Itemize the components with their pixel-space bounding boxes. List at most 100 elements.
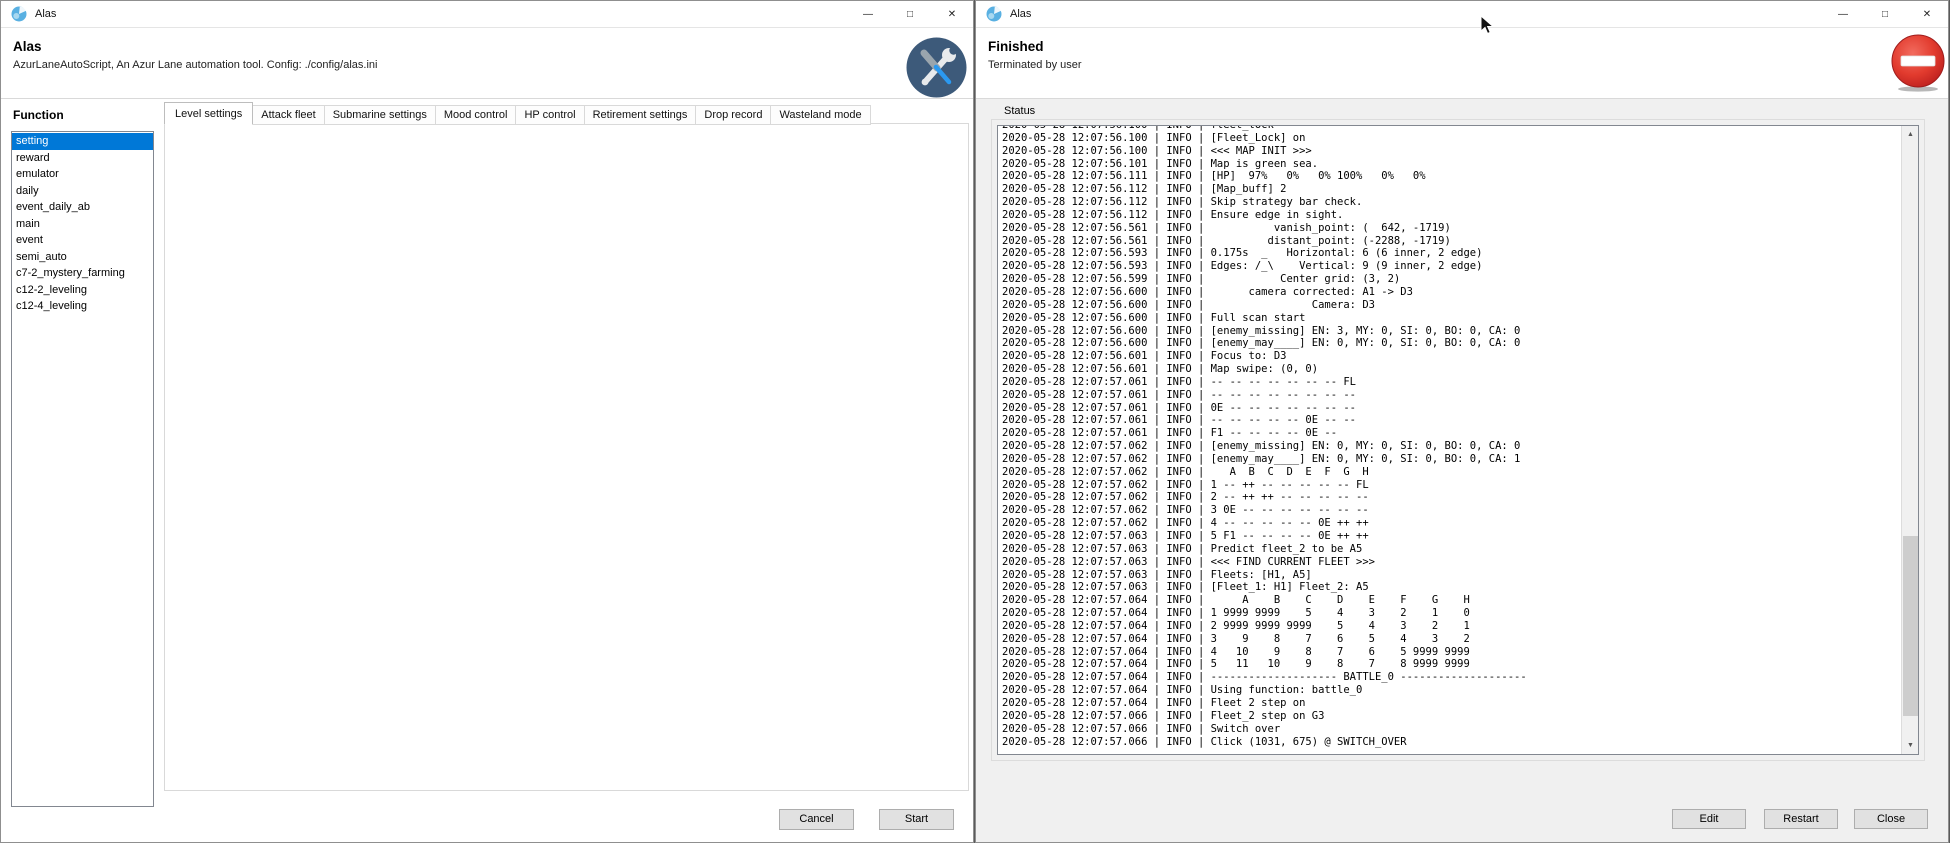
finished-title: Finished bbox=[988, 39, 1044, 54]
app-header: Alas AzurLaneAutoScript, An Azur Lane au… bbox=[1, 28, 973, 99]
log-line: 2020-05-28 12:07:57.064 | INFO | 1 9999 … bbox=[1002, 607, 1900, 620]
log-line: 2020-05-28 12:07:57.066 | INFO | Switch … bbox=[1002, 723, 1900, 736]
log-line: 2020-05-28 12:07:56.112 | INFO | Ensure … bbox=[1002, 209, 1900, 222]
log-line: 2020-05-28 12:07:57.061 | INFO | -- -- -… bbox=[1002, 376, 1900, 389]
log-line: 2020-05-28 12:07:56.101 | INFO | Map is … bbox=[1002, 158, 1900, 171]
log-line: 2020-05-28 12:07:57.061 | INFO | -- -- -… bbox=[1002, 389, 1900, 402]
close-button[interactable]: ✕ bbox=[931, 1, 973, 27]
function-list-item[interactable]: reward bbox=[12, 150, 153, 167]
mouse-cursor bbox=[1480, 15, 1496, 37]
log-line: 2020-05-28 12:07:57.064 | INFO | 5 11 10… bbox=[1002, 658, 1900, 671]
tab[interactable]: Drop record bbox=[695, 105, 771, 125]
log-line: 2020-05-28 12:07:56.111 | INFO | [HP] 97… bbox=[1002, 170, 1900, 183]
log-line: 2020-05-28 12:07:57.062 | INFO | [enemy_… bbox=[1002, 453, 1900, 466]
log-line: 2020-05-28 12:07:57.062 | INFO | 2 -- ++… bbox=[1002, 491, 1900, 504]
status-header: Finished Terminated by user bbox=[976, 28, 1948, 99]
function-list-item[interactable]: semi_auto bbox=[12, 249, 153, 266]
function-list-item[interactable]: daily bbox=[12, 183, 153, 200]
close-window-button[interactable]: Close bbox=[1854, 809, 1928, 829]
log-line: 2020-05-28 12:07:56.593 | INFO | Edges: … bbox=[1002, 260, 1900, 273]
log-line: 2020-05-28 12:07:56.600 | INFO | Full sc… bbox=[1002, 312, 1900, 325]
log-line: 2020-05-28 12:07:57.062 | INFO | 4 -- --… bbox=[1002, 517, 1900, 530]
log-line: 2020-05-28 12:07:57.064 | INFO | 4 10 9 … bbox=[1002, 646, 1900, 659]
start-button[interactable]: Start bbox=[879, 809, 954, 830]
function-list-item[interactable]: c7-2_mystery_farming bbox=[12, 265, 153, 282]
log-line: 2020-05-28 12:07:57.064 | INFO | Using f… bbox=[1002, 684, 1900, 697]
minimize-button[interactable]: — bbox=[1822, 1, 1864, 27]
log-line: 2020-05-28 12:07:56.600 | INFO | [enemy_… bbox=[1002, 337, 1900, 350]
log-line: 2020-05-28 12:07:56.112 | INFO | [Map_bu… bbox=[1002, 183, 1900, 196]
log-line: 2020-05-28 12:07:56.561 | INFO | distant… bbox=[1002, 235, 1900, 248]
tab-page bbox=[164, 123, 969, 791]
log-line: 2020-05-28 12:07:57.061 | INFO | F1 -- -… bbox=[1002, 427, 1900, 440]
log-lines: 2020-05-28 12:07:56.100 | INFO | fleet_l… bbox=[1002, 125, 1900, 748]
titlebar: Alas — □ ✕ bbox=[976, 1, 1948, 28]
log-line: 2020-05-28 12:07:56.100 | INFO | <<< MAP… bbox=[1002, 145, 1900, 158]
log-line: 2020-05-28 12:07:56.601 | INFO | Map swi… bbox=[1002, 363, 1900, 376]
maximize-button[interactable]: □ bbox=[1864, 1, 1906, 27]
log-line: 2020-05-28 12:07:56.100 | INFO | [Fleet_… bbox=[1002, 132, 1900, 145]
log-line: 2020-05-28 12:07:57.063 | INFO | Predict… bbox=[1002, 543, 1900, 556]
log-line: 2020-05-28 12:07:57.061 | INFO | 0E -- -… bbox=[1002, 402, 1900, 415]
titlebar: Alas — □ ✕ bbox=[1, 1, 973, 28]
scroll-down-icon[interactable]: ▼ bbox=[1902, 737, 1919, 754]
log-line: 2020-05-28 12:07:57.063 | INFO | [Fleet_… bbox=[1002, 581, 1900, 594]
log-line: 2020-05-28 12:07:57.062 | INFO | 3 0E --… bbox=[1002, 504, 1900, 517]
cancel-button[interactable]: Cancel bbox=[779, 809, 854, 830]
log-line: 2020-05-28 12:07:57.062 | INFO | 1 -- ++… bbox=[1002, 479, 1900, 492]
tab[interactable]: Submarine settings bbox=[324, 105, 436, 125]
function-list-item[interactable]: event_daily_ab bbox=[12, 199, 153, 216]
function-list-item[interactable]: c12-4_leveling bbox=[12, 298, 153, 315]
log-line: 2020-05-28 12:07:56.600 | INFO | Camera:… bbox=[1002, 299, 1900, 312]
log-line: 2020-05-28 12:07:56.600 | INFO | [enemy_… bbox=[1002, 325, 1900, 338]
tab-bar: Level settingsAttack fleetSubmarine sett… bbox=[165, 105, 871, 125]
function-list: settingrewardemulatordailyevent_daily_ab… bbox=[11, 131, 154, 807]
function-list-item[interactable]: setting bbox=[12, 133, 153, 150]
minimize-button[interactable]: — bbox=[847, 1, 889, 27]
log-line: 2020-05-28 12:07:57.064 | INFO | 3 9 8 7… bbox=[1002, 633, 1900, 646]
window-title: Alas bbox=[35, 8, 56, 20]
window-title: Alas bbox=[1010, 8, 1031, 20]
app-title: Alas bbox=[13, 39, 42, 54]
log-line: 2020-05-28 12:07:56.593 | INFO | 0.175s … bbox=[1002, 247, 1900, 260]
function-list-item[interactable]: c12-2_leveling bbox=[12, 282, 153, 299]
log-output[interactable]: 2020-05-28 12:07:56.100 | INFO | fleet_l… bbox=[997, 125, 1919, 755]
maximize-button[interactable]: □ bbox=[889, 1, 931, 27]
scroll-up-icon[interactable]: ▲ bbox=[1902, 126, 1919, 143]
log-line: 2020-05-28 12:07:56.112 | INFO | Skip st… bbox=[1002, 196, 1900, 209]
tab[interactable]: Retirement settings bbox=[584, 105, 697, 125]
app-subtitle: AzurLaneAutoScript, An Azur Lane automat… bbox=[13, 59, 377, 71]
alas-settings-window: Alas — □ ✕ Alas AzurLaneAutoScript, An A… bbox=[0, 0, 974, 843]
tab[interactable]: HP control bbox=[515, 105, 584, 125]
tab[interactable]: Attack fleet bbox=[252, 105, 324, 125]
log-line: 2020-05-28 12:07:57.064 | INFO | -------… bbox=[1002, 671, 1900, 684]
log-line: 2020-05-28 12:07:57.062 | INFO | [enemy_… bbox=[1002, 440, 1900, 453]
function-list-item[interactable]: main bbox=[12, 216, 153, 233]
log-line: 2020-05-28 12:07:57.064 | INFO | A B C D… bbox=[1002, 594, 1900, 607]
log-line: 2020-05-28 12:07:56.100 | INFO | fleet_l… bbox=[1002, 125, 1900, 132]
tab[interactable]: Level settings bbox=[164, 102, 253, 125]
log-line: 2020-05-28 12:07:57.064 | INFO | Fleet 2… bbox=[1002, 697, 1900, 710]
alas-app-icon bbox=[986, 6, 1002, 22]
function-list-item[interactable]: emulator bbox=[12, 166, 153, 183]
close-button[interactable]: ✕ bbox=[1906, 1, 1948, 27]
function-list-title: Function bbox=[13, 108, 64, 122]
log-line: 2020-05-28 12:07:57.061 | INFO | -- -- -… bbox=[1002, 414, 1900, 427]
log-line: 2020-05-28 12:07:57.063 | INFO | <<< FIN… bbox=[1002, 556, 1900, 569]
tab[interactable]: Mood control bbox=[435, 105, 517, 125]
edit-button[interactable]: Edit bbox=[1672, 809, 1746, 829]
function-list-item[interactable]: event bbox=[12, 232, 153, 249]
alas-app-icon bbox=[11, 6, 27, 22]
stop-icon bbox=[1889, 33, 1947, 98]
tools-icon bbox=[906, 37, 967, 103]
log-line: 2020-05-28 12:07:56.601 | INFO | Focus t… bbox=[1002, 350, 1900, 363]
log-scrollbar[interactable]: ▲ ▼ bbox=[1901, 126, 1918, 754]
scrollbar-thumb[interactable] bbox=[1903, 536, 1918, 716]
tab[interactable]: Wasteland mode bbox=[770, 105, 870, 125]
finished-subtitle: Terminated by user bbox=[988, 59, 1082, 71]
log-line: 2020-05-28 12:07:57.066 | INFO | Click (… bbox=[1002, 736, 1900, 749]
restart-button[interactable]: Restart bbox=[1764, 809, 1838, 829]
log-line: 2020-05-28 12:07:57.064 | INFO | 2 9999 … bbox=[1002, 620, 1900, 633]
log-line: 2020-05-28 12:07:57.062 | INFO | A B C D… bbox=[1002, 466, 1900, 479]
log-line: 2020-05-28 12:07:56.561 | INFO | vanish_… bbox=[1002, 222, 1900, 235]
